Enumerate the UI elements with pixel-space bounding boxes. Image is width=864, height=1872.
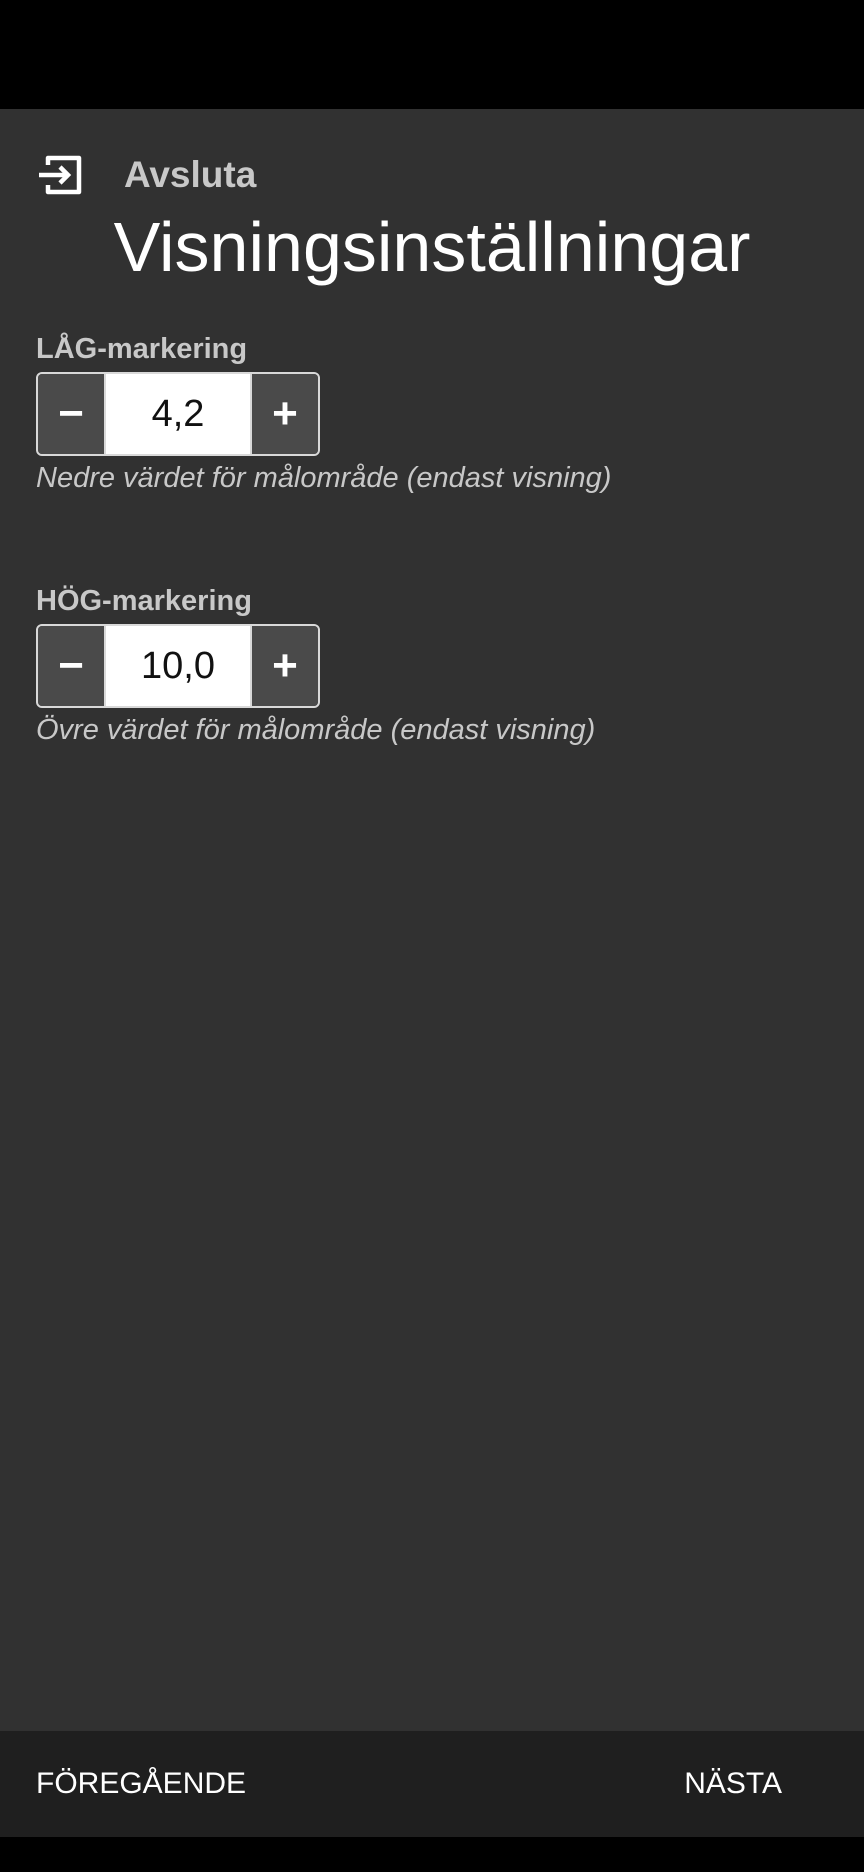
exit-arrow-icon — [36, 150, 86, 200]
low-marker-stepper: − 4,2 + — [36, 372, 320, 456]
page-title: Visningsinställningar — [113, 208, 751, 286]
low-marker-decrement-button[interactable]: − — [38, 374, 104, 454]
status-bar — [0, 0, 864, 109]
low-marker-value[interactable]: 4,2 — [104, 374, 252, 454]
next-button[interactable]: NÄSTA — [684, 1731, 782, 1837]
low-marker-label: LÅG-markering — [36, 333, 248, 365]
bottom-navigation-bar: FÖREGÅENDE NÄSTA — [0, 1731, 864, 1837]
previous-button[interactable]: FÖREGÅENDE — [36, 1731, 246, 1837]
exit-button[interactable]: Avsluta — [36, 145, 256, 205]
app-screen: Avsluta Visningsinställningar LÅG-marker… — [0, 109, 864, 1731]
system-navigation-strip — [0, 1837, 864, 1872]
low-marker-increment-button[interactable]: + — [252, 374, 318, 454]
low-marker-help-text: Nedre värdet för målområde (endast visni… — [36, 462, 612, 494]
high-marker-label: HÖG-markering — [36, 585, 252, 617]
high-marker-value[interactable]: 10,0 — [104, 626, 252, 706]
high-marker-help-text: Övre värdet för målområde (endast visnin… — [36, 714, 596, 746]
high-marker-setting: HÖG-markering − 10,0 + Övre värdet för m… — [36, 583, 595, 747]
low-marker-setting: LÅG-markering − 4,2 + Nedre värdet för m… — [36, 331, 611, 495]
high-marker-increment-button[interactable]: + — [252, 626, 318, 706]
high-marker-stepper: − 10,0 + — [36, 624, 320, 708]
exit-label: Avsluta — [124, 154, 257, 195]
high-marker-decrement-button[interactable]: − — [38, 626, 104, 706]
